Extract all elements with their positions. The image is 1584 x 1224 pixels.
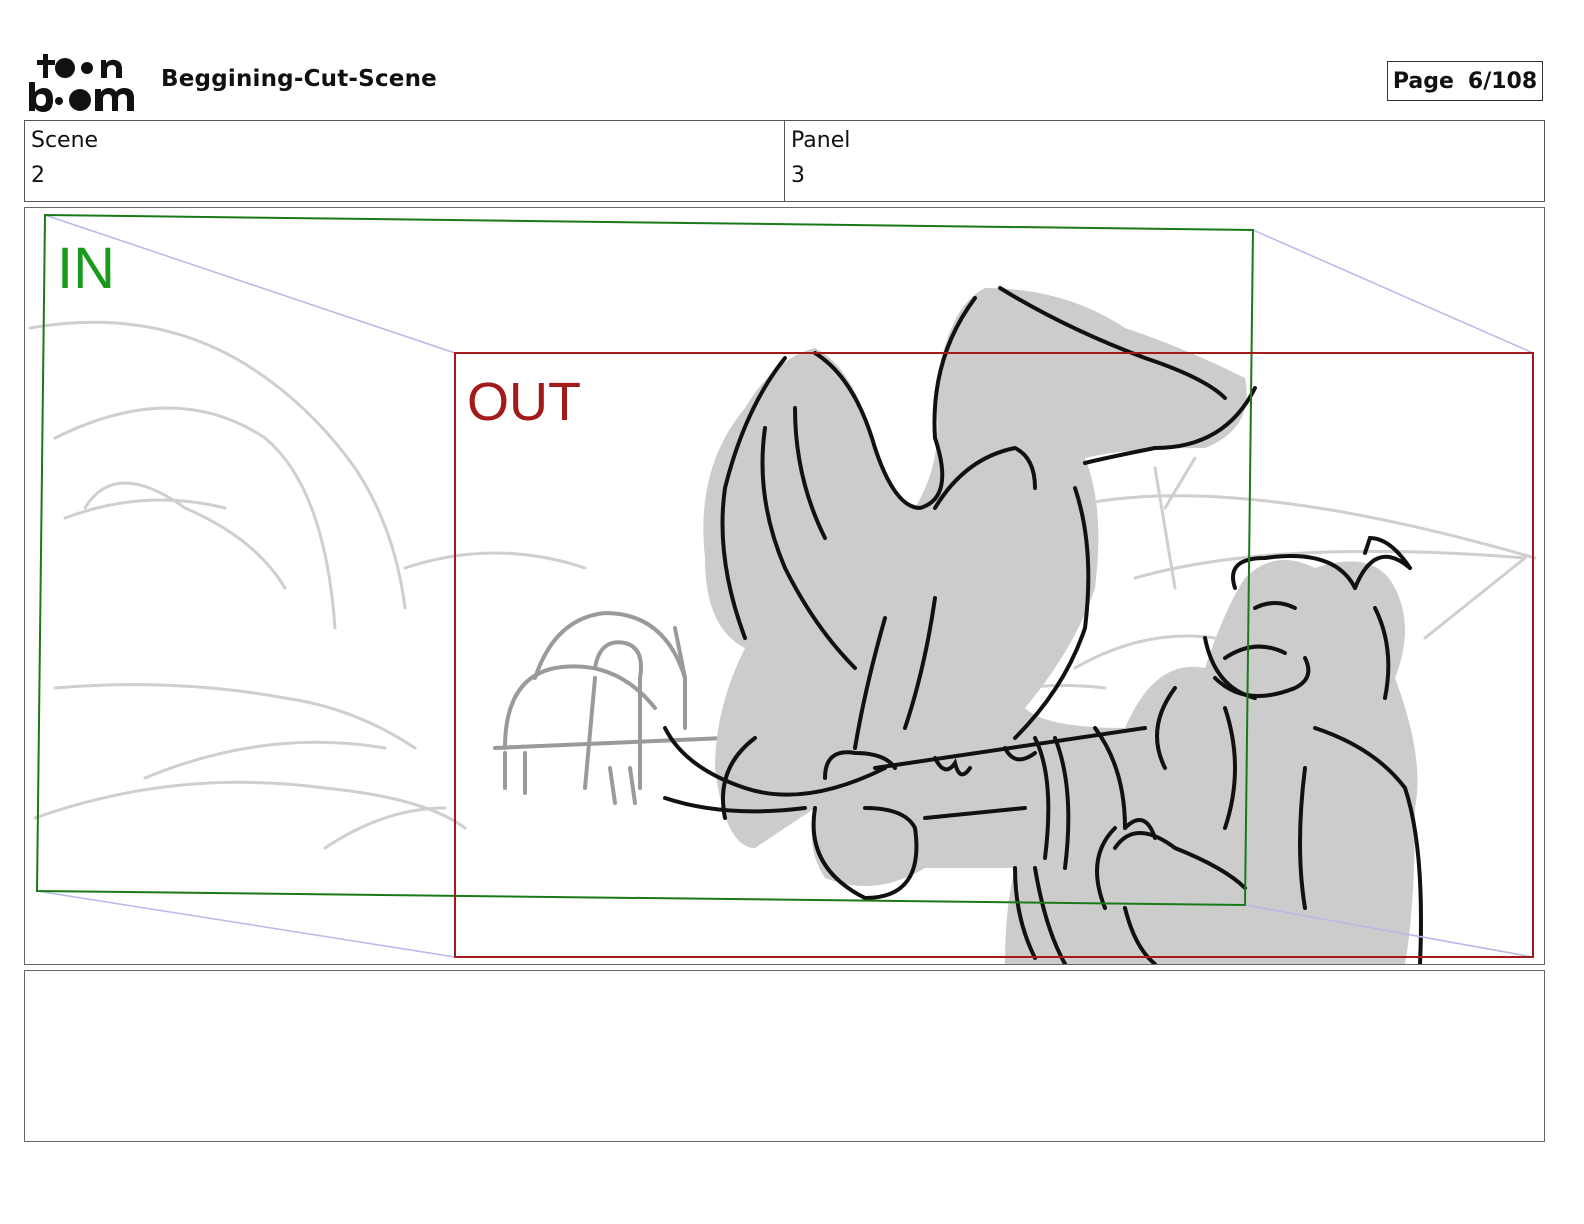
scene-label: Scene [31, 128, 99, 153]
page-indicator: Page 6/108 [1387, 61, 1543, 101]
camera-out-label: OUT [467, 372, 581, 432]
document-title: Beggining-Cut-Scene [161, 66, 437, 92]
panel-cell: Panel 3 [784, 121, 1544, 201]
panel-notes-box [24, 970, 1545, 1142]
panel-drawing: IN OUT [28, 213, 1537, 964]
toon-boom-logo [27, 52, 141, 112]
panel-value: 3 [791, 163, 805, 188]
panel-label: Panel [791, 128, 851, 153]
camera-in-label: IN [57, 236, 115, 301]
scene-cell: Scene 2 [25, 121, 784, 201]
page-number: 6/108 [1467, 68, 1538, 94]
main-characters-sketch [663, 286, 1423, 964]
page-label: Page [1392, 68, 1454, 94]
scene-value: 2 [31, 163, 45, 188]
scene-panel-info: Scene 2 Panel 3 [24, 120, 1545, 202]
storyboard-panel-image: IN OUT [24, 207, 1545, 965]
background-character-sketch [493, 610, 727, 805]
